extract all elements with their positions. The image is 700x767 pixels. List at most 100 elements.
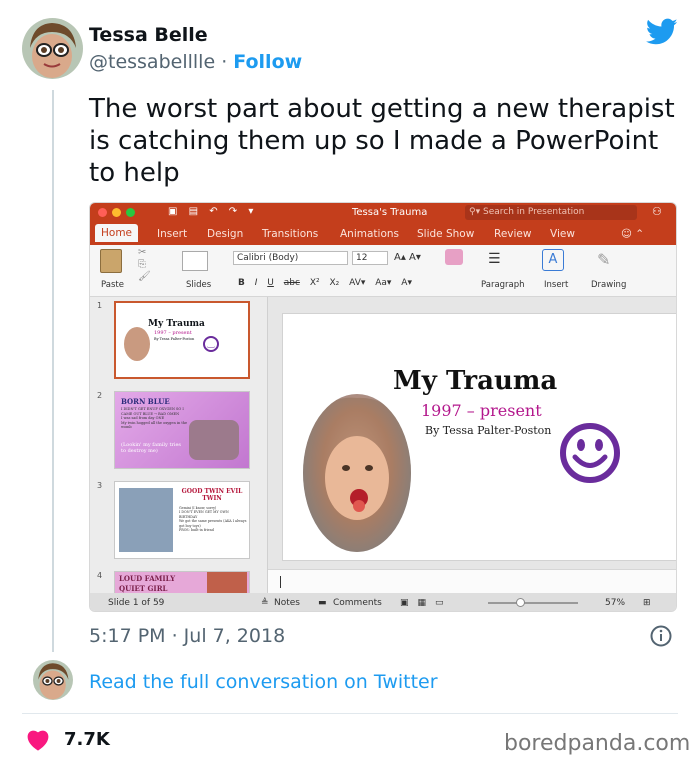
zoom-slider	[488, 602, 578, 604]
thumb-title: BORN BLUE	[121, 397, 170, 406]
thumb-number: 1	[97, 301, 103, 310]
tab-slide-show: Slide Show	[417, 228, 475, 240]
comments-icon: ▬	[318, 598, 327, 608]
thumb-bullets: I DIDN'T GET ENUF OXYGEN SO I CAME OUT B…	[121, 407, 193, 430]
thumb-bullet: I DON'T EVEN GET MY OWN BIRTHDAY	[179, 510, 229, 519]
ppt-ribbon-tabs: Home Insert Design Transitions Animation…	[90, 223, 676, 245]
search-icon: ⚲▾	[469, 207, 483, 217]
watermark: boredpanda.com	[504, 731, 691, 756]
tab-insert: Insert	[157, 228, 188, 240]
tweet-timestamp[interactable]: 5:17 PM · Jul 7, 2018	[89, 625, 285, 647]
tab-animations: Animations	[340, 228, 400, 240]
divider	[22, 713, 678, 714]
tab-design: Design	[207, 228, 244, 240]
ppt-status-bar: Slide 1 of 59 ≜ Notes ▬ Comments ▣▦▭ 57%…	[90, 593, 676, 611]
slide-subtitle: 1997 – present	[421, 401, 542, 420]
thumb-title: GOOD TWIN EVIL TWIN	[181, 488, 243, 502]
thumb-bullet: My twin hogged all the oxygen in the wom…	[121, 420, 188, 430]
slide-thumbnail-2: BORN BLUE I DIDN'T GET ENUF OXYGEN SO I …	[114, 391, 250, 469]
share-icon: ⚇	[652, 205, 662, 218]
ppt-titlebar: ▣ ▤ ↶ ↷ ▾ Tessa's Trauma ⚲▾ Search in Pr…	[90, 203, 676, 223]
slide-byline: By Tessa Palter-Poston	[425, 424, 552, 437]
insert-icon: A	[542, 249, 564, 271]
slide-thumbnail-4: LOUD FAMILY QUIET GIRL	[114, 571, 250, 593]
subscript-button: X₂	[329, 278, 340, 288]
thumb-title: My Trauma	[148, 319, 205, 329]
toolbar-icons: ▣ ▤ ↶ ↷ ▾	[168, 206, 258, 217]
zoom-level: 57%	[605, 598, 626, 608]
author-handle-line: @tessabelllle · Follow	[89, 51, 302, 73]
clipboard-icons: ✂ ⎘ 🖌	[138, 247, 151, 282]
slide-canvas: My Trauma 1997 – present By Tessa Palter…	[268, 297, 676, 569]
ppt-window-title: Tessa's Trauma	[352, 207, 428, 218]
underline-button: U	[267, 278, 274, 288]
italic-button: I	[254, 278, 258, 288]
format-buttons: B I U abc X² X₂ AV▾ Aa▾ A▾	[238, 278, 412, 288]
paragraph-label: Paragraph	[481, 280, 525, 290]
notes-area	[268, 569, 676, 593]
comments-label: Comments	[333, 598, 382, 608]
thread-line	[52, 90, 54, 652]
thumb-photo	[189, 420, 239, 460]
thumb-byline: By Tessa Palter-Poston	[154, 337, 195, 341]
drawing-icon: ✎	[597, 250, 611, 269]
author-name[interactable]: Tessa Belle	[89, 24, 208, 46]
bold-button: B	[238, 278, 245, 288]
author-handle[interactable]: @tessabelllle	[89, 51, 215, 73]
tab-transitions: Transitions	[262, 228, 319, 240]
twitter-bird-icon[interactable]	[645, 18, 678, 46]
slide-thumbnails-pane: 1 My Trauma 1997 – present By Tessa Palt…	[90, 297, 268, 593]
minimize-dot-icon	[112, 208, 121, 217]
slide-thumbnail-3: GOOD TWIN EVIL TWIN Gemini (I know, sorr…	[114, 481, 250, 559]
superscript-button: X²	[309, 278, 320, 288]
reply-avatar[interactable]	[33, 660, 73, 700]
thumb-number: 2	[97, 391, 103, 400]
tweet-image-powerpoint[interactable]: ▣ ▤ ↶ ↷ ▾ Tessa's Trauma ⚲▾ Search in Pr…	[89, 202, 677, 612]
slide-title: My Trauma	[393, 366, 558, 396]
info-icon[interactable]	[650, 625, 672, 651]
tab-review: Review	[494, 228, 532, 240]
paragraph-icon: ☰	[488, 251, 501, 267]
spacing-case-color-icons: AV▾ Aa▾ A▾	[349, 278, 412, 288]
slide-photo	[303, 394, 411, 552]
grow-font-icons: A▴ A▾	[394, 252, 421, 263]
author-avatar[interactable]	[22, 18, 83, 79]
drawing-label: Drawing	[591, 280, 627, 290]
thumb-bullet: PROS: built-in friend	[179, 528, 214, 533]
tweet-text: The worst part about getting a new thera…	[89, 94, 675, 188]
smiley-icon	[559, 422, 621, 484]
tab-home: Home	[95, 224, 139, 242]
thumb-photo	[124, 327, 150, 361]
thumb-bullets: Gemini (I know, sorry) I DON'T EVEN GET …	[179, 506, 247, 532]
slide-thumbnail-1: My Trauma 1997 – present By Tessa Palter…	[114, 301, 250, 379]
heart-icon[interactable]	[26, 729, 50, 755]
search-placeholder: Search in Presentation	[482, 207, 585, 217]
ppt-ribbon: Paste ✂ ⎘ 🖌 Slides Calibri (Body) 12 A▴ A▾…	[90, 245, 676, 297]
ppt-search: ⚲▾ Search in Presentation	[465, 205, 637, 220]
like-count[interactable]: 7.7K	[64, 729, 110, 750]
thumb-photo	[119, 488, 173, 552]
separator: ·	[221, 51, 228, 73]
close-dot-icon	[98, 208, 107, 217]
new-slide-icon	[182, 251, 208, 271]
thumb-subtitle: 1997 – present	[154, 330, 192, 336]
thumb-bullet: We got the same presents (AKA I always g…	[179, 519, 247, 528]
fit-window-icon: ⊞	[643, 598, 651, 608]
paste-label: Paste	[101, 280, 124, 290]
follow-button[interactable]: Follow	[233, 51, 302, 73]
tab-view: View	[550, 228, 575, 240]
thumb-number: 3	[97, 481, 103, 490]
view-buttons-icons: ▣▦▭	[400, 598, 453, 608]
clear-format-icon	[445, 249, 463, 265]
strike-button: abc	[283, 278, 300, 288]
thumb-caption: (Lookin' my family tries to destroy me)	[121, 442, 181, 454]
notes-icon: ≜	[261, 598, 269, 608]
slide-count: Slide 1 of 59	[108, 598, 165, 608]
thumb-bullet: I DIDN'T GET ENUF OXYGEN SO I CAME OUT B…	[121, 407, 184, 416]
current-slide: My Trauma 1997 – present By Tessa Palter…	[282, 313, 676, 561]
read-conversation-link[interactable]: Read the full conversation on Twitter	[89, 671, 438, 693]
slides-label: Slides	[186, 280, 212, 290]
zoom-dot-icon	[126, 208, 135, 217]
font-size-box: 12	[352, 251, 388, 265]
zoom-thumb	[516, 598, 525, 607]
